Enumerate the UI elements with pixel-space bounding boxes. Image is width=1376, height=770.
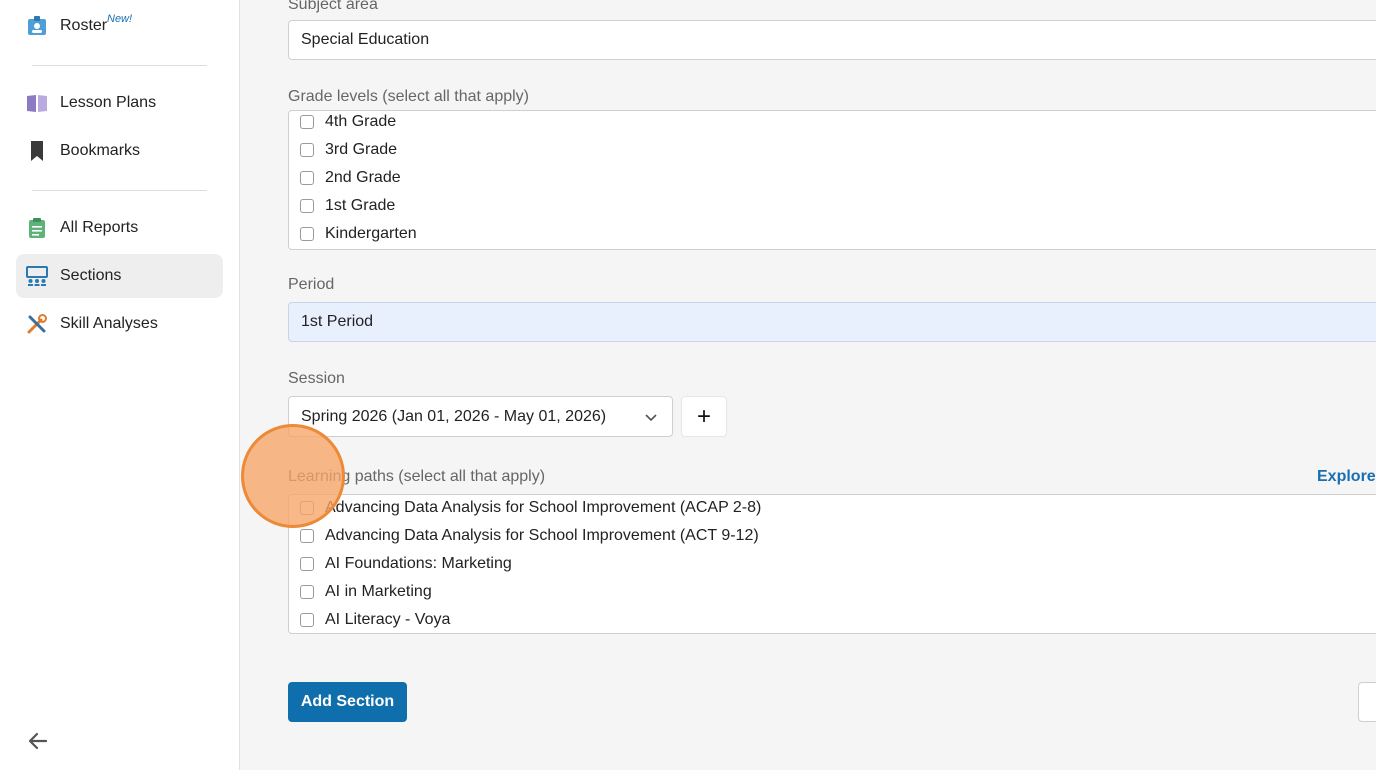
checkbox[interactable] <box>300 143 314 157</box>
checkbox[interactable] <box>300 585 314 599</box>
collapse-sidebar-icon[interactable] <box>26 730 50 752</box>
new-badge: New! <box>107 13 133 25</box>
session-select[interactable]: Spring 2026 (Jan 01, 2026 - May 01, 2026… <box>288 396 673 437</box>
cursor-highlight <box>241 424 345 528</box>
grade-option[interactable]: 1st Grade <box>300 196 395 216</box>
learning-path-option-label: Advancing Data Analysis for School Impro… <box>325 527 759 544</box>
checkbox[interactable] <box>300 613 314 627</box>
learning-path-option-label: AI in Marketing <box>325 583 432 600</box>
book-icon <box>27 95 47 112</box>
sidebar-item-skill-analyses[interactable]: Skill Analyses <box>16 302 223 346</box>
add-section-button[interactable]: Add Section <box>288 682 407 722</box>
grade-option-label: Kindergarten <box>325 225 417 242</box>
learning-path-option[interactable]: AI in Marketing <box>300 582 432 602</box>
session-select-value: Spring 2026 (Jan 01, 2026 - May 01, 2026… <box>301 407 607 425</box>
classroom-icon <box>26 266 48 286</box>
grade-option[interactable]: 4th Grade <box>300 112 396 132</box>
learning-path-option[interactable]: Advancing Data Analysis for School Impro… <box>300 526 759 546</box>
sidebar-divider <box>32 190 207 191</box>
sidebar-item-all-reports[interactable]: All Reports <box>16 206 223 250</box>
grade-levels-label: Grade levels (select all that apply) <box>288 88 529 105</box>
learning-path-option[interactable]: Advancing Data Analysis for School Impro… <box>300 498 761 518</box>
tools-icon <box>27 314 47 334</box>
grade-option[interactable]: Kindergarten <box>300 224 417 244</box>
sidebar-item-lesson-plans[interactable]: Lesson Plans <box>16 81 223 125</box>
checkbox[interactable] <box>300 227 314 241</box>
session-label: Session <box>288 370 345 387</box>
sidebar-item-label: Lesson Plans <box>60 94 157 111</box>
chevron-down-icon <box>645 414 657 422</box>
learning-path-option-label: AI Foundations: Marketing <box>325 555 512 572</box>
grade-option-label: 3rd Grade <box>325 141 398 158</box>
learning-path-option-label: AI Literacy - Voya <box>325 611 451 628</box>
explore-link[interactable]: Explore <box>1317 468 1376 486</box>
bookmark-icon <box>31 141 43 161</box>
checkbox[interactable] <box>300 529 314 543</box>
period-label: Period <box>288 276 335 293</box>
checkbox[interactable] <box>300 557 314 571</box>
checkbox[interactable] <box>300 115 314 129</box>
sidebar-item-bookmarks[interactable]: Bookmarks <box>16 129 223 173</box>
sidebar-item-sections[interactable]: Sections <box>16 254 223 298</box>
sidebar-item-label: Bookmarks <box>60 142 141 159</box>
learning-path-option-label: Advancing Data Analysis for School Impro… <box>325 499 762 516</box>
sidebar: Roster New! Lesson Plans Bookmarks All R… <box>0 0 240 770</box>
grade-option-label: 2nd Grade <box>325 169 401 186</box>
checkbox[interactable] <box>300 171 314 185</box>
sidebar-item-label: Sections <box>60 267 122 284</box>
period-input[interactable]: 1st Period <box>288 302 1376 342</box>
add-session-button[interactable]: + <box>681 396 727 437</box>
grade-levels-list <box>288 110 1376 250</box>
sidebar-item-label: Skill Analyses <box>60 315 158 332</box>
learning-path-option[interactable]: AI Foundations: Marketing <box>300 554 512 574</box>
sidebar-item-roster[interactable]: Roster New! <box>16 4 223 48</box>
sidebar-divider <box>32 65 207 66</box>
grade-option-label: 1st Grade <box>325 197 396 214</box>
subject-area-input[interactable]: Special Education <box>288 20 1376 60</box>
subject-area-label: Subject area <box>288 0 378 13</box>
grade-option[interactable]: 2nd Grade <box>300 168 401 188</box>
sidebar-item-label: All Reports <box>60 219 139 236</box>
grade-option-label: 4th Grade <box>325 113 397 130</box>
roster-icon <box>28 16 46 35</box>
cancel-button[interactable] <box>1358 682 1376 722</box>
checkbox[interactable] <box>300 199 314 213</box>
grade-option[interactable]: 3rd Grade <box>300 140 397 160</box>
learning-path-option[interactable]: AI Literacy - Voya <box>300 610 450 630</box>
sidebar-item-label: Roster <box>60 17 108 34</box>
clipboard-icon <box>29 218 45 238</box>
